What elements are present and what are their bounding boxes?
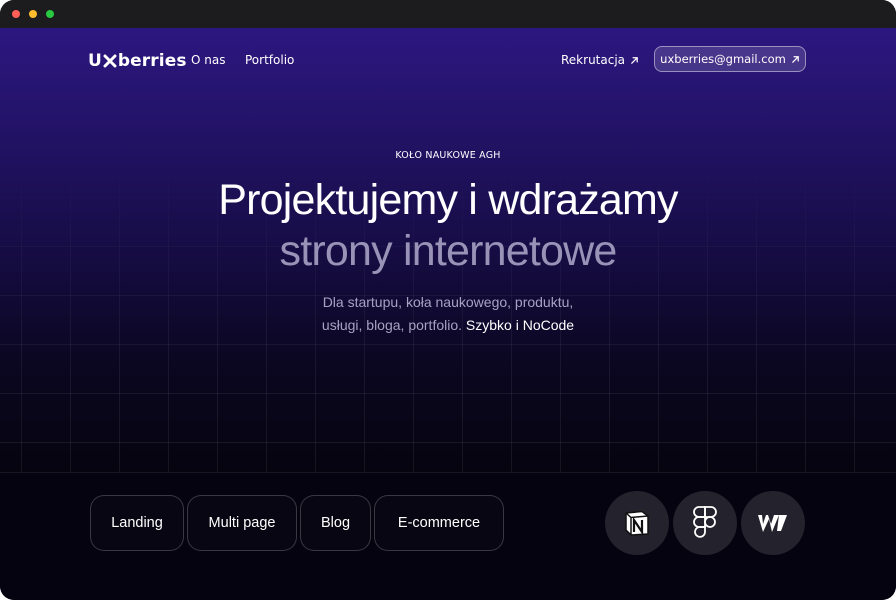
- service-chip-landing[interactable]: Landing: [90, 495, 184, 551]
- logo-suffix: berries: [117, 51, 187, 71]
- maximize-window-button[interactable]: [46, 10, 54, 18]
- tool-webflow[interactable]: [741, 491, 805, 555]
- subtitle-line-1: Dla startupu, koła naukowego, produktu,: [322, 294, 574, 310]
- subtitle-highlight: Szybko i NoCode: [465, 317, 575, 333]
- minimize-window-button[interactable]: [29, 10, 37, 18]
- close-window-button[interactable]: [12, 10, 20, 18]
- tool-notion[interactable]: [605, 491, 669, 555]
- subtitle-line-2: usługi, bloga, portfolio.: [321, 317, 463, 333]
- email-label: uxberries@gmail.com: [660, 52, 786, 66]
- notion-icon: [625, 510, 649, 536]
- window-titlebar: [0, 0, 896, 28]
- browser-window: U berries O nas Portfolio Rekrutacja uxb…: [0, 0, 896, 600]
- services-strip: Landing Multi page Blog E-commerce: [0, 472, 896, 600]
- hero-headline: Projektujemy i wdrażamy: [218, 176, 678, 224]
- arrow-up-right-icon: [631, 56, 638, 64]
- nav-link-portfolio[interactable]: Portfolio: [245, 51, 294, 69]
- tool-figma[interactable]: [673, 491, 737, 555]
- hero-headline-secondary: strony internetowe: [279, 227, 618, 275]
- logo-x-icon: [103, 54, 117, 68]
- service-chip-multi-page[interactable]: Multi page: [187, 495, 297, 551]
- nav-link-rekrutacja[interactable]: Rekrutacja: [561, 51, 639, 69]
- hero-eyebrow: KOŁO NAUKOWE AGH: [395, 150, 501, 161]
- logo-prefix: U: [88, 51, 102, 71]
- webflow-icon: [758, 515, 787, 532]
- figma-icon: [693, 506, 717, 538]
- service-chip-blog[interactable]: Blog: [300, 495, 371, 551]
- logo[interactable]: U berries: [88, 50, 187, 72]
- arrow-up-right-icon: [791, 55, 799, 63]
- rekrutacja-label: Rekrutacja: [561, 53, 626, 67]
- email-button[interactable]: uxberries@gmail.com: [654, 46, 806, 72]
- nav-link-o-nas[interactable]: O nas: [191, 51, 225, 69]
- service-chip-e-commerce[interactable]: E-commerce: [374, 495, 504, 551]
- hero-subtitle: Dla startupu, koła naukowego, produktu, …: [0, 291, 896, 337]
